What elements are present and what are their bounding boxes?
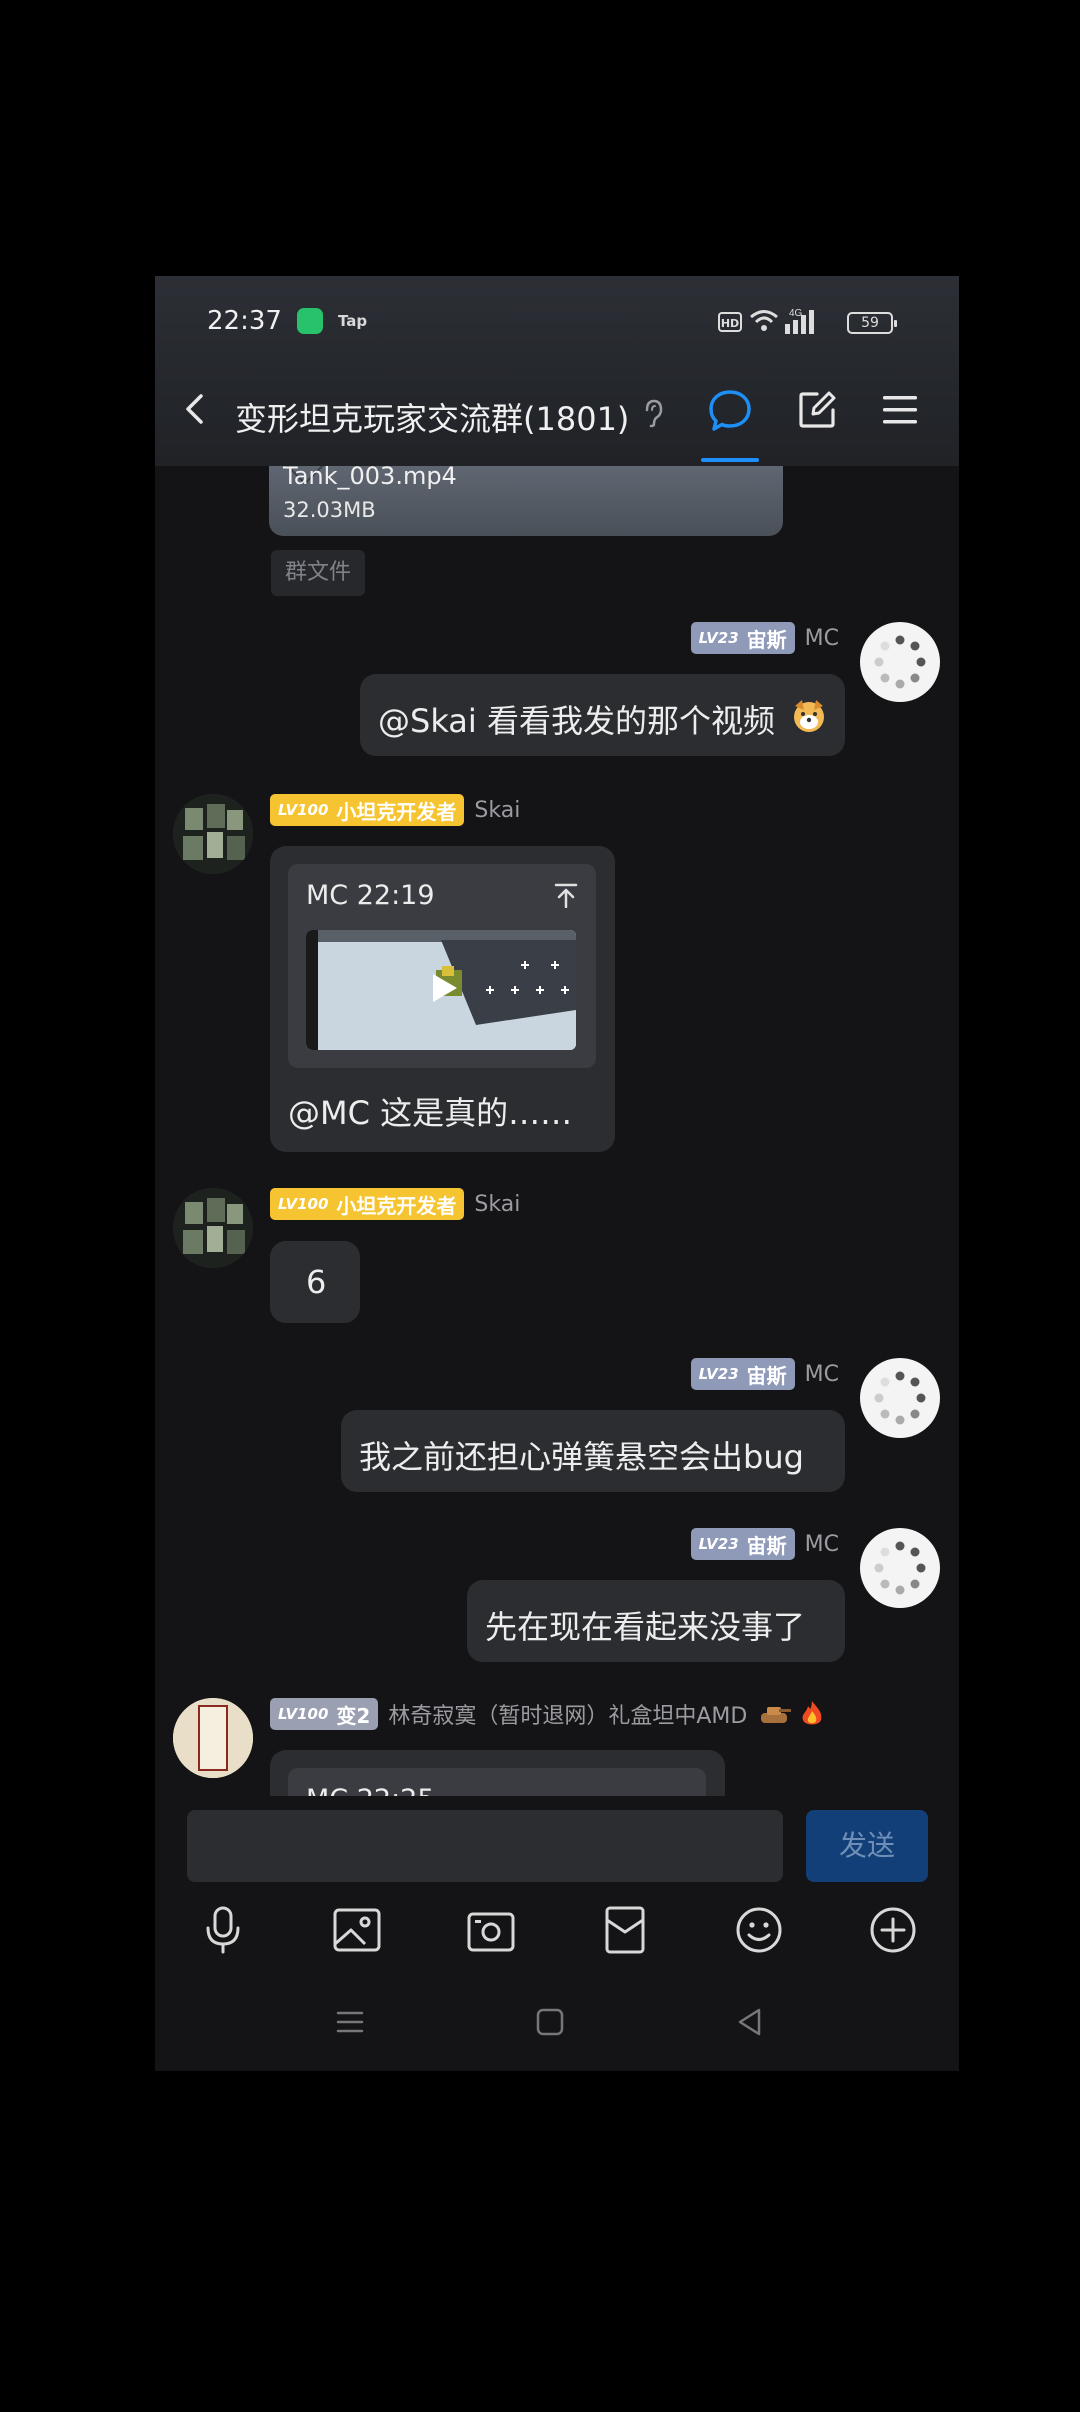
home-icon[interactable]: [535, 2007, 565, 2037]
level-badge: LV23 宙斯: [690, 1358, 795, 1390]
sender-line: LV100 小坦克开发者 Skai: [270, 1188, 520, 1220]
plus-icon[interactable]: [867, 1904, 919, 1956]
level-badge: LV100 小坦克开发者: [270, 1188, 465, 1220]
avatar[interactable]: [860, 622, 940, 702]
wifi-icon: [750, 310, 778, 331]
battery-indicator: 59: [847, 312, 897, 334]
ear-icon: [645, 399, 663, 428]
mic-icon[interactable]: [197, 1904, 249, 1956]
calligraphy-avatar-icon: [173, 1698, 253, 1778]
loading-spinner-icon: [874, 635, 926, 689]
level-badge: LV100 变2: [270, 1698, 379, 1730]
loading-spinner-icon: [874, 1541, 926, 1595]
signal-icon: 4G: [785, 308, 814, 334]
avatar[interactable]: [173, 794, 253, 874]
message-bubble[interactable]: MC 22:19 @MC 这是真的……: [270, 846, 615, 1152]
message-input[interactable]: [187, 1810, 783, 1882]
level-badge: LV23 宙斯: [690, 1528, 795, 1560]
quoted-message[interactable]: MC 22:25: [288, 1768, 706, 1796]
message-bubble[interactable]: 6: [270, 1241, 360, 1323]
sender-nick[interactable]: Skai: [474, 798, 520, 823]
back-icon[interactable]: [179, 392, 213, 426]
input-bar: 发送: [155, 1796, 959, 1981]
sender-line: LV23 宙斯 MC: [690, 622, 839, 654]
message-bubble[interactable]: @Skai 看看我发的那个视频: [360, 674, 845, 756]
sender-line: LV100 变2 林奇寂寞（暂时退网）礼盒坦中AMD: [270, 1698, 827, 1730]
group-title[interactable]: 变形坦克玩家交流群(1801): [235, 394, 629, 440]
hd-icon: HD: [718, 312, 742, 332]
menu-icon[interactable]: [881, 394, 919, 426]
message-bubble[interactable]: 我之前还担心弹簧悬空会出bug: [341, 1410, 845, 1492]
tank-avatar-icon: [173, 794, 253, 874]
quote-header: MC 22:25: [306, 1784, 435, 1796]
sender-line: LV23 宙斯 MC: [690, 1358, 839, 1390]
jump-to-icon[interactable]: [554, 882, 578, 908]
message-text: 我之前还担心弹簧悬空会出bug: [359, 1438, 804, 1476]
message-bubble[interactable]: 先在现在看起来没事了: [467, 1580, 845, 1662]
message-text: 先在现在看起来没事了: [485, 1608, 806, 1646]
tap-app-icon: [297, 308, 323, 334]
message-text: @Skai 看看我发的那个视频: [378, 702, 775, 740]
active-tab-indicator: [701, 458, 759, 462]
level-badge: LV100 小坦克开发者: [270, 794, 465, 826]
avatar[interactable]: [860, 1358, 940, 1438]
file-card[interactable]: Tank_003.mp4 32.03MB: [269, 466, 783, 536]
avatar[interactable]: [173, 1698, 253, 1778]
video-thumbnail[interactable]: [306, 930, 576, 1050]
sender-line: LV23 宙斯 MC: [690, 1528, 839, 1560]
message-bubble[interactable]: MC 22:25: [270, 1750, 725, 1796]
message-text: @MC 这是真的……: [288, 1094, 573, 1132]
group-file-tag[interactable]: 群文件: [271, 550, 366, 596]
file-name: Tank_003.mp4: [283, 466, 457, 490]
tank-avatar-icon: [173, 1188, 253, 1268]
emoji-icon[interactable]: [733, 1904, 785, 1956]
loading-spinner-icon: [874, 1371, 926, 1425]
network-type: 4G: [789, 308, 803, 319]
sender-nick[interactable]: 林奇寂寞（暂时退网）礼盒坦中AMD: [388, 1698, 747, 1730]
edit-icon[interactable]: [797, 390, 837, 430]
dog-emoji-icon: [794, 700, 824, 732]
play-icon[interactable]: [431, 972, 459, 1004]
image-icon[interactable]: [331, 1904, 383, 1956]
sender-nick[interactable]: MC: [805, 1532, 839, 1557]
tap-app-label: Tap: [338, 312, 368, 330]
camera-icon[interactable]: [465, 1904, 517, 1956]
recent-apps-icon[interactable]: [335, 2007, 365, 2037]
send-button[interactable]: 发送: [806, 1810, 928, 1882]
quote-header: MC 22:19: [306, 880, 435, 911]
message-list[interactable]: Tank_003.mp4 32.03MB 群文件 LV23 宙斯 MC @Skai…: [155, 466, 959, 1796]
tank-emoji-icon: [761, 1707, 792, 1723]
red-packet-icon[interactable]: [599, 1904, 651, 1956]
fire-emoji-icon: [802, 1701, 822, 1725]
phone-screen: 22:37 Tap HD 4G 59 变形坦克玩家交流群(1801) Tank_…: [155, 276, 959, 2071]
avatar[interactable]: [173, 1188, 253, 1268]
sender-nick[interactable]: Skai: [474, 1192, 520, 1217]
level-badge: LV23 宙斯: [690, 622, 795, 654]
message-text: 6: [306, 1263, 327, 1301]
sender-nick[interactable]: MC: [805, 1362, 839, 1387]
chat-tab-icon[interactable]: [705, 386, 755, 436]
quoted-message[interactable]: MC 22:19: [288, 864, 596, 1068]
status-time: 22:37: [207, 306, 282, 336]
system-nav-bar: [155, 1981, 959, 2071]
back-nav-icon[interactable]: [735, 2007, 765, 2037]
sender-nick[interactable]: MC: [805, 626, 839, 651]
file-size: 32.03MB: [283, 498, 376, 522]
sender-line: LV100 小坦克开发者 Skai: [270, 794, 520, 826]
avatar[interactable]: [860, 1528, 940, 1608]
top-bar: 22:37 Tap HD 4G 59 变形坦克玩家交流群(1801): [155, 276, 959, 466]
